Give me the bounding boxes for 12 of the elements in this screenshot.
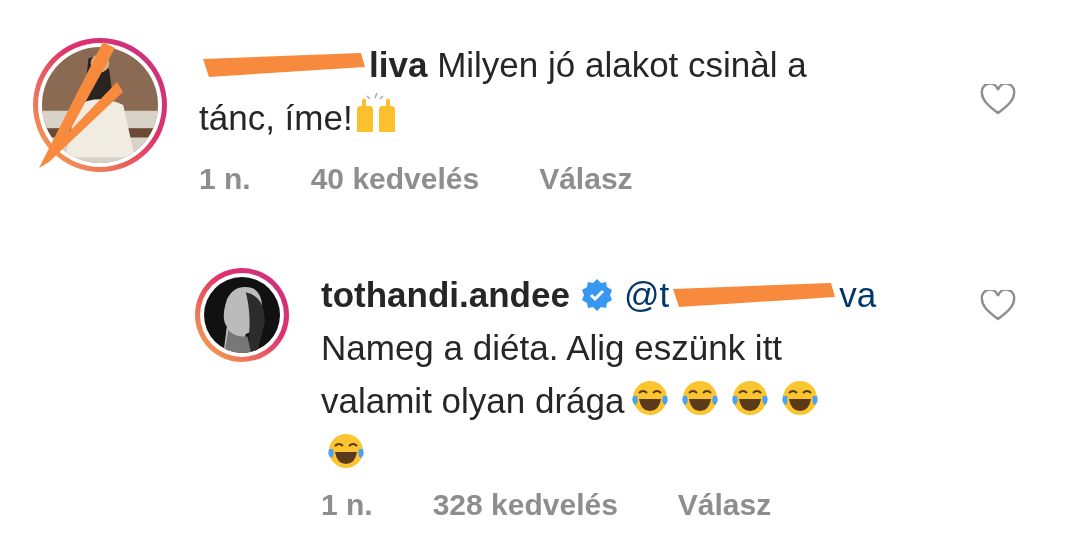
- mention-end[interactable]: va: [839, 275, 877, 314]
- comment-text: Nameg a diéta. Alig eszünk itt: [321, 328, 783, 367]
- comment-text: tánc, íme!: [199, 98, 353, 137]
- username[interactable]: liva: [369, 45, 428, 84]
- username[interactable]: tothandi.andee: [321, 275, 570, 314]
- comment-text: Milyen jó alakot csinàl a: [437, 45, 807, 84]
- comment-text: valamit olyan drága: [321, 381, 625, 420]
- heart-icon[interactable]: [980, 84, 1016, 116]
- comment-time: 1 n.: [321, 488, 373, 522]
- comment-time: 1 n.: [199, 162, 251, 196]
- heart-icon[interactable]: [980, 290, 1016, 322]
- mention-start[interactable]: @t: [623, 275, 670, 314]
